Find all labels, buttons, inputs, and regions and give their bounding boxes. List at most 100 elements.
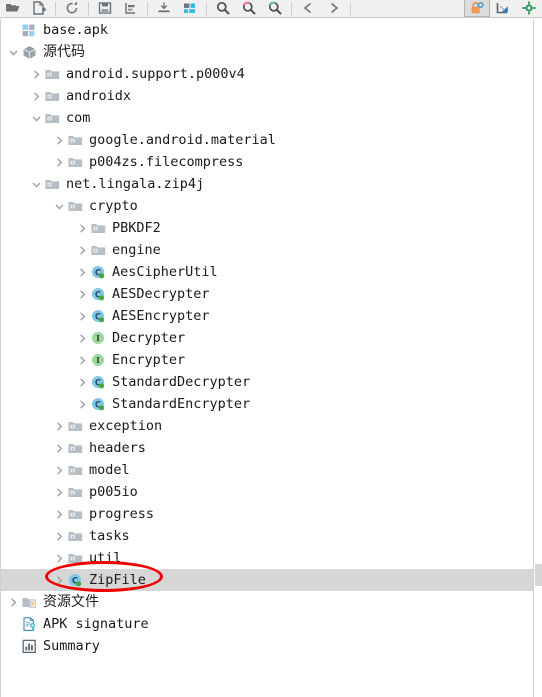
forward-arrow-icon[interactable] — [321, 0, 347, 17]
measure-icon[interactable] — [490, 0, 516, 17]
chevron-right-icon[interactable] — [53, 459, 66, 481]
tree-right-gutter — [535, 19, 542, 697]
chevron-right-icon[interactable] — [76, 349, 89, 371]
chevron-right-icon[interactable] — [76, 305, 89, 327]
tree-row[interactable]: APK signature — [1, 613, 533, 635]
chevron-right-icon[interactable] — [76, 327, 89, 349]
apk-tree-panel[interactable]: base.apk 源代码 android.support.p000v4 android… — [0, 19, 534, 697]
tree-row[interactable]: headers — [1, 437, 533, 459]
tree-row[interactable]: 资源文件 — [1, 591, 533, 613]
add-file-icon[interactable] — [26, 0, 52, 17]
tree-item-label: engine — [112, 242, 161, 258]
grid-view-icon[interactable] — [177, 0, 203, 17]
chevron-right-icon[interactable] — [53, 569, 66, 591]
chevron-right-icon[interactable] — [53, 129, 66, 151]
tree-row[interactable]: p005io — [1, 481, 533, 503]
export-icon[interactable] — [118, 0, 144, 17]
chevron-right-icon[interactable] — [76, 239, 89, 261]
folder-icon — [66, 483, 84, 501]
tree-item-label: APK signature — [43, 616, 149, 632]
chevron-right-icon[interactable] — [53, 415, 66, 437]
toolbar-separator — [88, 2, 89, 16]
tree-row[interactable]: util — [1, 547, 533, 569]
tree-row[interactable]: C AESEncrypter — [1, 305, 533, 327]
tree-item-label: AESDecrypter — [112, 286, 210, 302]
chevron-down-icon[interactable] — [7, 41, 20, 63]
search-prev-icon[interactable] — [236, 0, 262, 17]
open-folder-icon[interactable] — [0, 0, 26, 17]
tree-row[interactable]: engine — [1, 239, 533, 261]
search-next-icon[interactable] — [262, 0, 288, 17]
interface-icon: I — [89, 351, 107, 369]
tree-item-label: p005io — [89, 484, 138, 500]
chevron-right-icon[interactable] — [53, 503, 66, 525]
tree-row[interactable]: crypto — [1, 195, 533, 217]
preferences-gear-icon[interactable] — [516, 0, 542, 17]
chevron-right-icon[interactable] — [7, 591, 20, 613]
chevron-right-icon[interactable] — [76, 371, 89, 393]
twisty-placeholder — [7, 19, 20, 41]
tree-row[interactable]: C StandardEncrypter — [1, 393, 533, 415]
chevron-right-icon[interactable] — [53, 481, 66, 503]
tree-row[interactable]: exception — [1, 415, 533, 437]
tree-item-label: progress — [89, 506, 155, 522]
tree-row[interactable]: progress — [1, 503, 533, 525]
chevron-right-icon[interactable] — [53, 525, 66, 547]
chevron-down-icon[interactable] — [30, 173, 43, 195]
chevron-right-icon[interactable] — [30, 63, 43, 85]
chevron-right-icon[interactable] — [53, 547, 66, 569]
tree-item-label: android.support.p000v4 — [66, 66, 245, 82]
folder-icon — [43, 87, 61, 105]
tree-row[interactable]: C AESDecrypter — [1, 283, 533, 305]
search-icon[interactable] — [210, 0, 236, 17]
tree-item-label: ZipFile — [89, 572, 146, 588]
toolbar-separator — [55, 2, 56, 16]
tree-item-label: 资源文件 — [43, 594, 99, 610]
back-arrow-icon[interactable] — [295, 0, 321, 17]
tree-row[interactable]: C AesCipherUtil — [1, 261, 533, 283]
tree-row[interactable]: model — [1, 459, 533, 481]
tree-row[interactable]: C StandardDecrypter — [1, 371, 533, 393]
tree-row[interactable]: tasks — [1, 525, 533, 547]
interface-icon: I — [89, 329, 107, 347]
chevron-right-icon[interactable] — [53, 437, 66, 459]
tree-row-selected[interactable]: C ZipFile — [1, 569, 533, 591]
collapse-icon[interactable] — [151, 0, 177, 17]
tree-item-label: exception — [89, 418, 163, 434]
tree-item-label: util — [89, 550, 122, 566]
tree-row[interactable]: base.apk — [1, 19, 533, 41]
tree-item-label: base.apk — [43, 22, 109, 38]
chevron-right-icon[interactable] — [76, 283, 89, 305]
tree-row[interactable]: Summary — [1, 635, 533, 657]
tree-item-label: Encrypter — [112, 352, 186, 368]
chevron-down-icon[interactable] — [53, 195, 66, 217]
tree-row[interactable]: p004zs.filecompress — [1, 151, 533, 173]
tree-item-label: tasks — [89, 528, 130, 544]
chevron-right-icon[interactable] — [76, 217, 89, 239]
toolbar-separator — [291, 2, 292, 16]
tree-item-label: Decrypter — [112, 330, 186, 346]
folder-icon — [66, 417, 84, 435]
lock-settings-icon[interactable] — [464, 0, 490, 17]
folder-icon — [43, 65, 61, 83]
chevron-down-icon[interactable] — [30, 107, 43, 129]
tree-item-label: StandardDecrypter — [112, 374, 251, 390]
tree-row[interactable]: net.lingala.zip4j — [1, 173, 533, 195]
tree-item-label: PBKDF2 — [112, 220, 161, 236]
tree-row[interactable]: I Encrypter — [1, 349, 533, 371]
chevron-right-icon[interactable] — [76, 261, 89, 283]
tree-row[interactable]: I Decrypter — [1, 327, 533, 349]
chevron-right-icon[interactable] — [76, 393, 89, 415]
tree-row[interactable]: android.support.p000v4 — [1, 63, 533, 85]
tree-row[interactable]: com — [1, 107, 533, 129]
tree-row[interactable]: PBKDF2 — [1, 217, 533, 239]
class-icon: C — [89, 307, 107, 325]
chevron-right-icon[interactable] — [53, 151, 66, 173]
tree-row[interactable]: 源代码 — [1, 41, 533, 63]
signature-icon — [20, 615, 38, 633]
tree-row[interactable]: androidx — [1, 85, 533, 107]
save-icon[interactable] — [92, 0, 118, 17]
refresh-icon[interactable] — [59, 0, 85, 17]
chevron-right-icon[interactable] — [30, 85, 43, 107]
tree-row[interactable]: google.android.material — [1, 129, 533, 151]
